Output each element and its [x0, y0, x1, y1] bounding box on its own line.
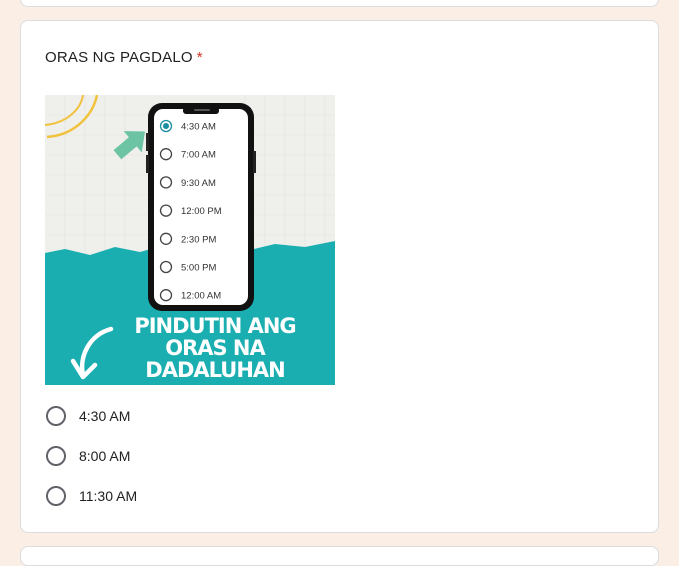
radio-option[interactable]: 8:00 AM: [45, 436, 137, 476]
next-question-card: [20, 546, 659, 566]
phone-option-label: 7:00 AM: [181, 150, 216, 161]
banner-line: PINDUTIN ANG: [134, 314, 295, 338]
radio-button[interactable]: [46, 406, 66, 426]
radio-option-label: 8:00 AM: [79, 448, 131, 464]
banner-line: DADALUHAN: [145, 358, 284, 382]
question-title: ORAS NG PAGDALO *: [45, 49, 203, 66]
question-title-text: ORAS NG PAGDALO: [45, 49, 193, 66]
phone-option-label: 4:30 AM: [181, 122, 216, 133]
phone-option-label: 12:00 PM: [181, 206, 222, 217]
radio-option[interactable]: 4:30 AM: [45, 396, 137, 436]
phone-option-label: 12:00 AM: [181, 291, 221, 302]
phone-option-label: 2:30 PM: [181, 234, 216, 245]
previous-question-card: [20, 0, 659, 7]
question-image: 4:30 AM 7:00 AM 9:30 AM 12:00 PM 2:30 PM 5:00…: [45, 95, 335, 385]
radio-option-label: 4:30 AM: [79, 408, 131, 424]
radio-option-list: 4:30 AM 8:00 AM 11:30 AM: [45, 396, 137, 516]
radio-button[interactable]: [46, 446, 66, 466]
phone-option-label: 9:30 AM: [181, 178, 216, 189]
radio-option-label: 11:30 AM: [79, 488, 138, 504]
radio-button[interactable]: [46, 486, 66, 506]
phone-option-label: 5:00 PM: [181, 263, 216, 274]
banner-line: ORAS NA: [165, 336, 266, 360]
question-card: ORAS NG PAGDALO * 4:30 AM 7:00 AM 9:30 A…: [20, 20, 659, 533]
required-asterisk: *: [196, 49, 203, 66]
phone-radio-selected-dot: [163, 123, 169, 129]
radio-option[interactable]: 11:30 AM: [45, 476, 137, 516]
